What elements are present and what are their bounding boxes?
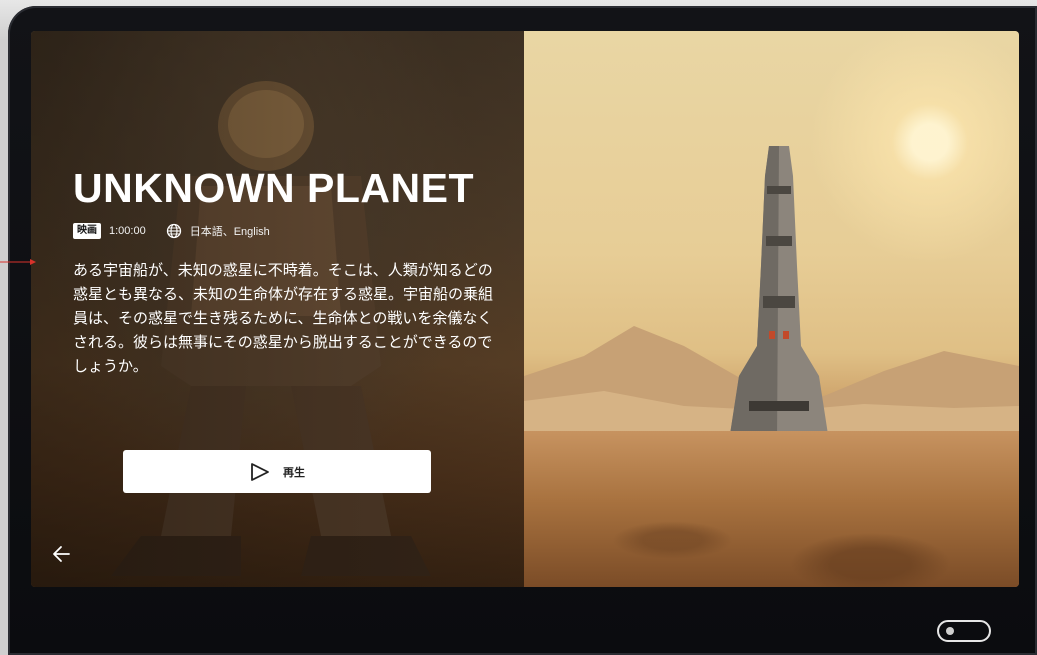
play-button-label: 再生 (283, 465, 305, 479)
play-button[interactable]: 再生 (123, 450, 431, 493)
rocket-icon (729, 146, 829, 441)
hero-panel: UNKNOWN PLANET 映画 1:00:00 日本語、English ある… (31, 31, 524, 587)
pointer-arrow-icon (0, 259, 36, 265)
movie-meta: 映画 1:00:00 日本語、English (73, 222, 270, 240)
duration-text: 1:00:00 (109, 225, 146, 237)
languages-text: 日本語、English (189, 226, 270, 238)
desert-ground (524, 431, 1019, 587)
movie-title: UNKNOWN PLANET (73, 165, 475, 211)
device-toggle[interactable] (937, 620, 991, 642)
play-icon (251, 462, 269, 481)
globe-icon (166, 223, 181, 239)
toggle-knob (946, 627, 954, 635)
arrow-left-icon[interactable] (51, 543, 73, 565)
type-badge: 映画 (73, 223, 101, 239)
screen: UNKNOWN PLANET 映画 1:00:00 日本語、English ある… (31, 31, 1019, 587)
movie-description: ある宇宙船が、未知の惑星に不時着。そこは、人類が知るどの惑星とも異なる、未知の生… (73, 261, 494, 375)
desert-scene (524, 31, 1019, 587)
